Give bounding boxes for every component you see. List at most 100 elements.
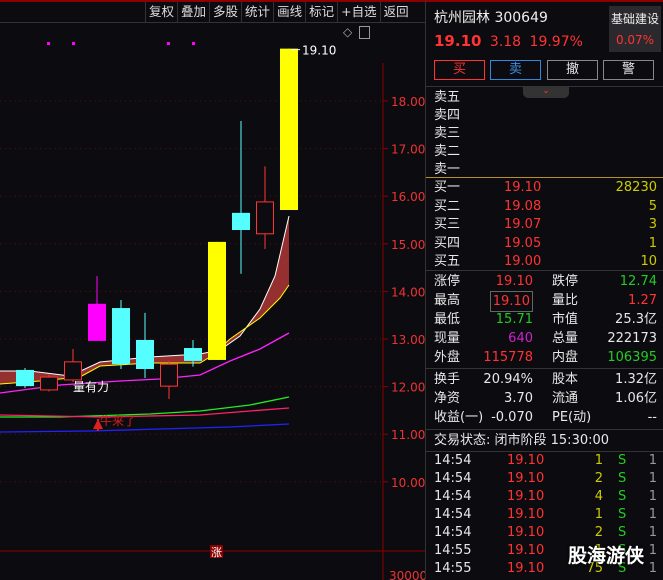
bid-volume: 3 [648,217,657,232]
stat-value: 20.94% [483,372,533,387]
stat-row: 涨停 19.10 跌停 12.74 [434,272,657,291]
stat-label: PE(动) [552,410,592,425]
tick-price: 19.10 [507,561,545,576]
tick-side: S [618,489,627,504]
tick-volume: 1 [594,507,603,522]
tick-side: S [618,471,627,486]
stock-name: 杭州园林 [434,10,490,26]
tick-count: 1 [648,543,657,558]
stat-label: 换手 [434,372,461,387]
bid-row: 买四 19.05 1 [434,234,657,253]
y-tick-label: 13.00 [391,333,425,347]
tick-volume: 4 [594,489,603,504]
kline-canvas[interactable]: 18.00 17.00 16.00 15.00 14.00 13.00 12.00 11.00… [0,23,425,580]
sector-badge[interactable]: 基础建设 0.07% [609,6,661,52]
sector-name: 基础建设 [610,12,659,26]
cancel-order-button[interactable]: 撤 [547,60,598,80]
toolbar-button-7[interactable]: 返回 [379,2,412,22]
stat-row: 净资 3.70 流通 1.06亿 [434,389,657,408]
bid-volume: 28230 [615,180,657,195]
bid-label: 买二 [434,198,461,214]
volume-tick-label: 30000 [389,569,425,580]
bid-volume: 1 [648,235,657,251]
tick-side: S [618,453,627,468]
ask-label: 卖二 [434,144,461,159]
sell-button[interactable]: 卖 [490,60,541,80]
tick-count: 1 [648,489,657,504]
ask-row: 卖三 [434,124,657,143]
y-tick-label: 16.00 [391,190,425,204]
y-tick-label: 11.00 [391,428,425,442]
ask-label: 卖三 [434,126,461,141]
buy-button[interactable]: 买 [434,60,485,80]
ask-label: 卖五 [434,90,461,105]
candle-body [40,376,58,391]
toolbar-button-2[interactable]: 多股 [209,2,241,22]
toolbar-button-3[interactable]: 统计 [241,2,273,22]
stat-value: 3.70 [504,391,533,406]
stat-row: 收益(一) -0.070 PE(动) -- [434,408,657,427]
tick-count: 1 [648,453,657,468]
stat-row: 外盘 115778 内盘 106395 [434,348,657,367]
bid-label: 买四 [434,235,461,251]
diamond-icon[interactable]: ◇ [343,25,352,39]
stat-label: 量比 [552,293,579,308]
annotation-liang-you-li: 量有力 [73,380,109,394]
stat-value: -0.070 [491,410,533,425]
panel-toggle-icon[interactable] [359,26,370,39]
candle-body [16,369,34,387]
bid-price: 19.07 [504,217,542,232]
bid-row: 买二 19.08 5 [434,197,657,216]
price-change-pct: 19.97% [529,34,583,50]
stat-label: 内盘 [552,350,579,365]
tick-price: 19.10 [507,453,545,468]
stat-label: 总量 [552,331,579,346]
toolbar-button-6[interactable]: +自选 [337,2,379,22]
stat-label: 外盘 [434,350,461,365]
bid-price: 19.10 [504,180,542,195]
candle-body [64,361,82,381]
signal-dot [72,42,75,45]
stat-value: 1.06亿 [615,391,657,406]
tick-volume: 1 [594,453,603,468]
tick-count: 1 [648,471,657,486]
tick-row: 14:54 19.10 1 S 1 [434,505,657,524]
last-price-label: 19.10 [302,44,336,58]
toolbar-button-0[interactable]: 复权 [145,2,177,22]
toolbar-button-4[interactable]: 画线 [273,2,305,22]
annotation-niu-lai-le: 牛来了 [100,413,136,428]
stat-label: 股本 [552,372,579,387]
bid-price: 19.08 [504,198,542,214]
bid-label: 买一 [434,180,461,195]
stat-label: 净资 [434,391,461,406]
quote-panel: 杭州园林 300649 19.10 3.18 19.97% 基础建设 0.07%… [425,0,663,579]
candle-body [112,308,130,365]
stat-row: 现量 640 总量 222173 [434,329,657,348]
stat-row: 最低 15.71 市值 25.3亿 [434,310,657,329]
tick-time: 14:54 [434,507,472,522]
stat-label: 跌停 [552,274,579,289]
signal-dot [47,42,50,45]
watermark: 股海游侠 [568,545,645,567]
candle-body [160,363,178,387]
y-tick-label: 18.00 [391,95,425,109]
tick-time: 14:54 [434,453,472,468]
tick-side: S [618,507,627,522]
alert-button[interactable]: 警 [603,60,654,80]
toolbar-button-5[interactable]: 标记 [305,2,337,22]
tick-price: 19.10 [507,507,545,522]
tick-price: 19.10 [507,471,545,486]
tick-count: 1 [648,525,657,540]
trading-status: 交易状态: 闭市阶段 15:30:00 [434,433,610,448]
y-tick-label: 14.00 [391,285,425,299]
signal-dot [192,42,195,45]
tick-price: 19.10 [507,525,545,540]
ask-label: 卖一 [434,162,461,177]
stat-value: 19.10 [489,291,533,312]
candle-body [256,201,274,235]
kline-chart[interactable]: 18.00 17.00 16.00 15.00 14.00 13.00 12.00 11.00… [0,22,425,580]
stat-label: 涨停 [434,274,461,289]
tick-volume: 2 [594,525,603,540]
toolbar-button-1[interactable]: 叠加 [177,2,209,22]
y-tick-label: 17.00 [391,143,425,157]
